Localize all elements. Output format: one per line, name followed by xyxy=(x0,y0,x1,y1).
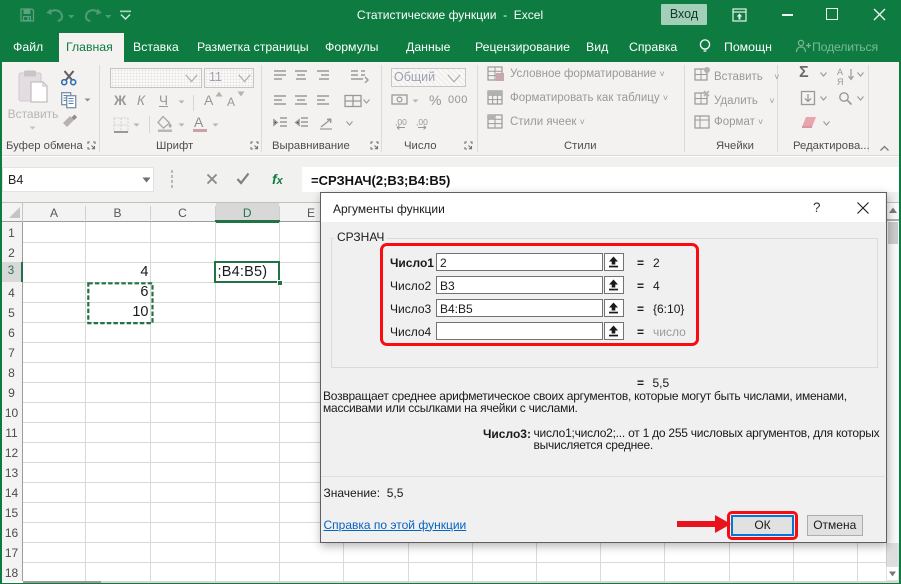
svg-text:,00: ,00 xyxy=(395,117,407,127)
svg-text:,00: ,00 xyxy=(416,117,428,127)
